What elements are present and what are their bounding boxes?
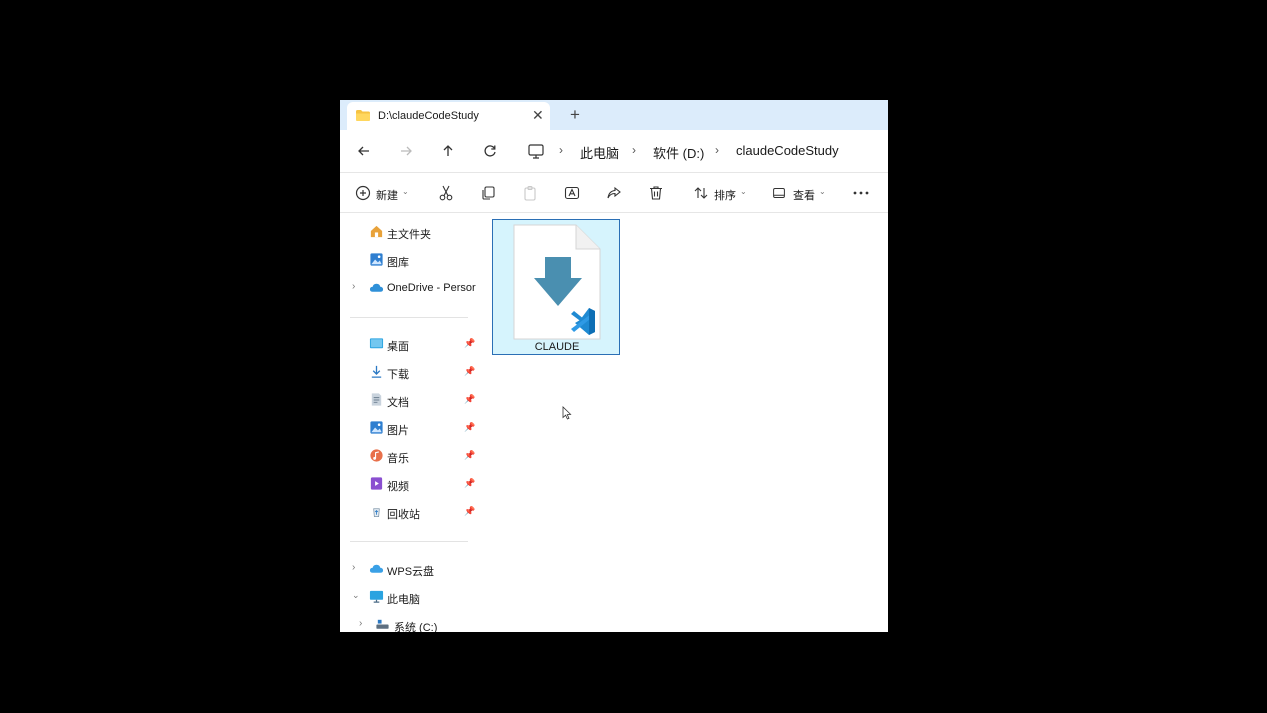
file-item-claude[interactable]: CLAUDE bbox=[492, 219, 620, 355]
sidebar-item-pictures[interactable]: 图片 📌 bbox=[340, 417, 480, 439]
up-arrow-icon[interactable] bbox=[438, 141, 458, 161]
pin-icon[interactable]: 📌 bbox=[464, 506, 475, 517]
sidebar-item-music[interactable]: 音乐 📌 bbox=[340, 445, 480, 467]
download-icon bbox=[371, 365, 382, 378]
tab-claudecodestudy[interactable]: D:\claudeCodeStudy ✕ bbox=[347, 102, 550, 130]
computer-icon bbox=[369, 590, 384, 603]
sidebar-item-gallery[interactable]: 图库 bbox=[340, 249, 480, 271]
sidebar-item-recycle-bin[interactable]: 回收站 📌 bbox=[340, 501, 480, 523]
chevron-right-icon[interactable]: › bbox=[359, 618, 362, 629]
sort-button[interactable]: 排序 bbox=[714, 187, 736, 203]
more-icon[interactable] bbox=[851, 183, 871, 203]
new-button[interactable]: 新建 bbox=[376, 187, 398, 203]
sidebar-item-videos[interactable]: 视频 📌 bbox=[340, 473, 480, 495]
back-arrow-icon[interactable] bbox=[354, 141, 374, 161]
refresh-icon[interactable] bbox=[480, 141, 500, 161]
sidebar-item-system-c[interactable]: › 系统 (C:) bbox=[340, 614, 480, 632]
address-row: › 此电脑 › 软件 (D:) › claudeCodeStudy bbox=[340, 130, 888, 173]
command-bar: 新建 ⌄ 排序 ⌄ 查看 ⌄ bbox=[340, 172, 888, 213]
chevron-down-icon: ⌄ bbox=[819, 187, 826, 196]
folder-icon bbox=[356, 110, 370, 121]
home-icon bbox=[370, 225, 383, 238]
chevron-right-icon: › bbox=[559, 143, 563, 157]
cut-icon[interactable] bbox=[436, 183, 456, 203]
tab-bar: D:\claudeCodeStudy ✕ + bbox=[340, 100, 888, 130]
sidebar-item-documents[interactable]: 文档 📌 bbox=[340, 389, 480, 411]
video-icon bbox=[370, 477, 383, 490]
rename-icon[interactable] bbox=[562, 183, 582, 203]
pin-icon[interactable]: 📌 bbox=[464, 338, 475, 349]
chevron-right-icon[interactable]: › bbox=[352, 281, 355, 292]
breadcrumb-claudecodestudy[interactable]: claudeCodeStudy bbox=[736, 143, 839, 158]
new-plus-icon[interactable] bbox=[353, 183, 373, 203]
chevron-down-icon: ⌄ bbox=[740, 187, 747, 196]
music-icon bbox=[370, 449, 383, 462]
breadcrumb-this-pc[interactable]: 此电脑 bbox=[580, 143, 619, 162]
pin-icon[interactable]: 📌 bbox=[464, 394, 475, 405]
pin-icon[interactable]: 📌 bbox=[464, 422, 475, 433]
file-explorer-window: D:\claudeCodeStudy ✕ + › 此电脑 › 软件 (D:) ›… bbox=[340, 100, 888, 632]
markdown-file-icon bbox=[513, 224, 601, 340]
pictures-icon bbox=[370, 421, 383, 434]
sidebar-item-this-pc[interactable]: ⌄ 此电脑 bbox=[340, 586, 480, 608]
pin-icon[interactable]: 📌 bbox=[464, 450, 475, 461]
sidebar-item-onedrive[interactable]: › OneDrive - Persor bbox=[340, 277, 480, 299]
copy-icon[interactable] bbox=[478, 183, 498, 203]
drive-icon bbox=[376, 619, 389, 629]
gallery-icon bbox=[370, 253, 383, 266]
delete-icon[interactable] bbox=[646, 183, 666, 203]
plus-icon[interactable]: + bbox=[570, 106, 580, 124]
sidebar-item-home[interactable]: 主文件夹 bbox=[340, 221, 480, 243]
pin-icon[interactable]: 📌 bbox=[464, 366, 475, 377]
tab-title: D:\claudeCodeStudy bbox=[378, 110, 479, 122]
pin-icon[interactable]: 📌 bbox=[464, 478, 475, 489]
mouse-cursor-icon bbox=[562, 406, 572, 420]
chevron-right-icon: › bbox=[632, 143, 636, 157]
file-name: CLAUDE bbox=[534, 341, 580, 353]
breadcrumb-drive-d[interactable]: 软件 (D:) bbox=[653, 143, 704, 162]
sidebar-item-desktop[interactable]: 桌面 📌 bbox=[340, 333, 480, 355]
desktop-icon bbox=[369, 338, 384, 349]
forward-arrow-icon[interactable] bbox=[396, 141, 416, 161]
cloud-icon bbox=[369, 283, 384, 292]
close-icon[interactable]: ✕ bbox=[532, 107, 544, 123]
file-list: CLAUDE bbox=[480, 213, 888, 632]
document-icon bbox=[371, 393, 382, 406]
sort-icon[interactable] bbox=[691, 183, 711, 203]
paste-icon[interactable] bbox=[520, 183, 540, 203]
computer-icon[interactable] bbox=[526, 141, 546, 161]
nav-divider bbox=[350, 317, 468, 318]
nav-divider bbox=[350, 541, 468, 542]
chevron-down-icon: ⌄ bbox=[402, 187, 409, 196]
chevron-right-icon[interactable]: › bbox=[352, 562, 355, 573]
share-icon[interactable] bbox=[604, 183, 624, 203]
chevron-right-icon: › bbox=[715, 143, 719, 157]
navigation-pane: 主文件夹 图库 › OneDrive - Persor 桌面 📌 下载 📌 文档… bbox=[340, 213, 480, 632]
view-button[interactable]: 查看 bbox=[793, 187, 815, 203]
sidebar-item-downloads[interactable]: 下载 📌 bbox=[340, 361, 480, 383]
chevron-down-icon[interactable]: ⌄ bbox=[352, 590, 360, 601]
sidebar-item-wps-cloud[interactable]: › WPS云盘 bbox=[340, 558, 480, 580]
view-icon[interactable] bbox=[770, 183, 788, 203]
recycle-bin-icon bbox=[373, 508, 380, 518]
cloud-icon bbox=[369, 564, 384, 573]
